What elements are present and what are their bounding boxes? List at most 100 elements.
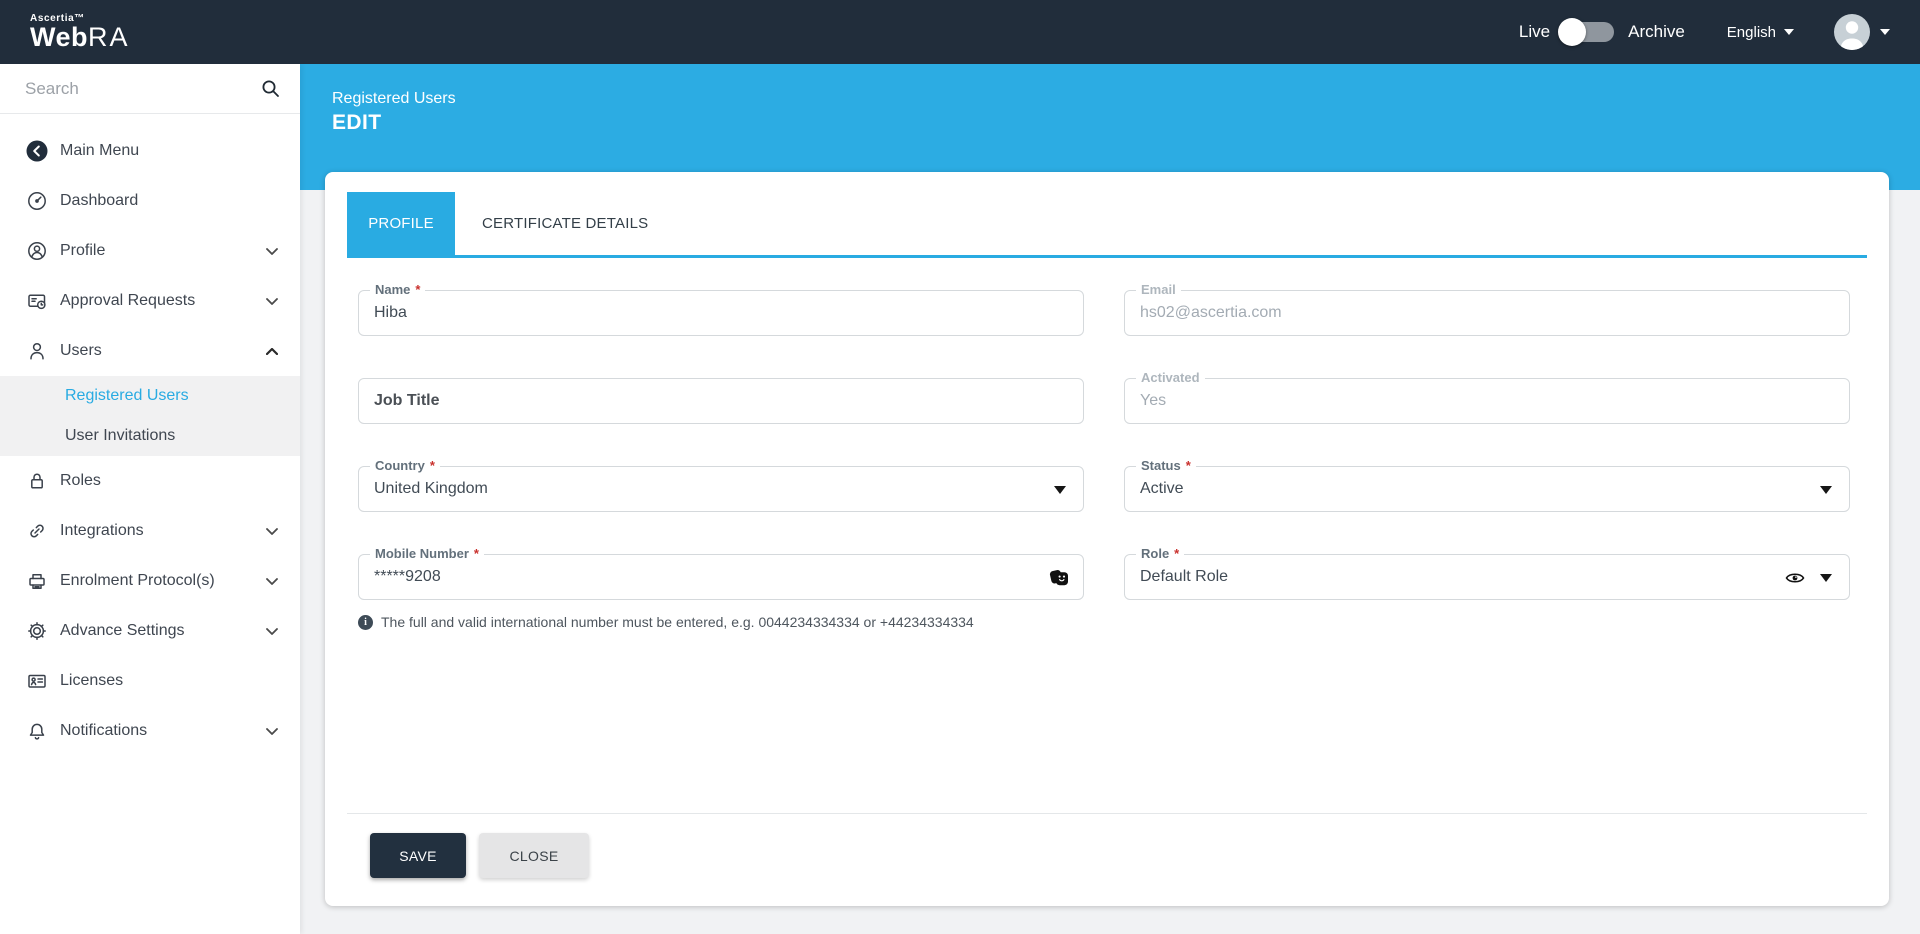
dropdown-caret-icon[interactable]	[1054, 486, 1066, 494]
tab-profile[interactable]: PROFILE	[347, 192, 455, 255]
name-label: Name	[370, 282, 425, 298]
submenu-item-label: User Invitations	[65, 427, 175, 445]
back-circle-icon	[26, 140, 48, 162]
status-value[interactable]: Active	[1125, 467, 1849, 511]
sidebar-item-advance-settings[interactable]: Advance Settings	[0, 606, 300, 656]
country-label: Country	[370, 458, 440, 474]
chevron-down-icon	[266, 578, 278, 585]
activated-field: Activated	[1124, 378, 1850, 424]
approval-card-icon	[26, 290, 48, 312]
sidebar-item-label: Profile	[60, 242, 254, 260]
sidebar-item-label: Main Menu	[60, 142, 278, 160]
sidebar-item-label: Notifications	[60, 722, 254, 740]
eye-icon[interactable]	[1785, 571, 1805, 590]
sidebar-item-dashboard[interactable]: Dashboard	[0, 176, 300, 226]
toggle-knob[interactable]	[1558, 18, 1586, 46]
sidebar-item-registered-users[interactable]: Registered Users	[0, 376, 300, 416]
status-label: Status	[1136, 458, 1196, 474]
users-submenu: Registered Users User Invitations	[0, 376, 300, 456]
profile-icon	[26, 240, 48, 262]
status-select[interactable]: Status Active	[1124, 466, 1850, 512]
dropdown-caret-icon[interactable]	[1820, 486, 1832, 494]
link-icon	[26, 520, 48, 542]
chevron-down-icon	[266, 248, 278, 255]
sidebar-item-profile[interactable]: Profile	[0, 226, 300, 276]
id-card-icon	[26, 670, 48, 692]
role-label: Role	[1136, 546, 1184, 562]
sidebar-item-users[interactable]: Users	[0, 326, 300, 376]
sidebar-menu: Main Menu Dashboard Profile Approval Req…	[0, 114, 300, 756]
sidebar-item-label: Licenses	[60, 672, 278, 690]
mobile-number-field[interactable]: Mobile Number	[358, 554, 1084, 600]
avatar[interactable]	[1834, 14, 1870, 50]
topbar-right: Live Archive English	[1519, 14, 1920, 50]
archive-label: Archive	[1628, 22, 1685, 42]
page-title: EDIT	[332, 111, 1920, 135]
country-select[interactable]: Country United Kingdom	[358, 466, 1084, 512]
sidebar-item-roles[interactable]: Roles	[0, 456, 300, 506]
sidebar: Main Menu Dashboard Profile Approval Req…	[0, 64, 300, 934]
sidebar-item-licenses[interactable]: Licenses	[0, 656, 300, 706]
live-archive-toggle[interactable]	[1560, 22, 1614, 42]
chevron-down-icon	[266, 298, 278, 305]
activated-label: Activated	[1136, 370, 1205, 386]
email-input	[1125, 291, 1849, 335]
breadcrumb: Registered Users	[332, 90, 1920, 108]
gear-icon	[26, 620, 48, 642]
chevron-down-icon	[266, 528, 278, 535]
bell-icon	[26, 720, 48, 742]
app-logo: Ascertia™ WebRA	[0, 13, 300, 51]
account-menu-caret-icon[interactable]	[1880, 29, 1890, 35]
form-actions: SAVE CLOSE	[370, 833, 1889, 878]
mobile-hint-text: The full and valid international number …	[381, 614, 974, 630]
edit-user-card: PROFILE CERTIFICATE DETAILS Name Email	[325, 172, 1889, 906]
sidebar-search	[0, 64, 300, 114]
search-icon[interactable]	[261, 79, 280, 98]
info-icon	[358, 615, 373, 630]
dropdown-caret-icon[interactable]	[1820, 574, 1832, 582]
role-select[interactable]: Role Default Role	[1124, 554, 1850, 600]
sidebar-item-main-menu[interactable]: Main Menu	[0, 126, 300, 176]
name-input[interactable]	[359, 291, 1083, 335]
chevron-up-icon	[266, 348, 278, 355]
sidebar-item-label: Integrations	[60, 522, 254, 540]
close-button[interactable]: CLOSE	[479, 833, 589, 878]
language-dropdown[interactable]: English	[1727, 24, 1794, 41]
mobile-number-label: Mobile Number	[370, 546, 484, 562]
role-value[interactable]: Default Role	[1125, 555, 1849, 599]
sidebar-item-integrations[interactable]: Integrations	[0, 506, 300, 556]
sidebar-item-user-invitations[interactable]: User Invitations	[0, 416, 300, 456]
lock-icon	[26, 470, 48, 492]
user-silhouette-icon	[1834, 14, 1870, 50]
live-label: Live	[1519, 22, 1550, 42]
footer-divider	[347, 813, 1867, 814]
email-label: Email	[1136, 282, 1181, 298]
chevron-down-icon	[266, 728, 278, 735]
sidebar-item-label: Approval Requests	[60, 292, 254, 310]
search-input[interactable]	[25, 79, 261, 99]
email-field: Email	[1124, 290, 1850, 336]
topbar: Ascertia™ WebRA Live Archive English	[0, 0, 1920, 64]
activated-input	[1125, 379, 1849, 423]
language-label: English	[1727, 24, 1776, 41]
sidebar-item-notifications[interactable]: Notifications	[0, 706, 300, 756]
main-content: Registered Users EDIT PROFILE CERTIFICAT…	[300, 64, 1920, 934]
chevron-down-icon	[1784, 29, 1794, 35]
sidebar-item-label: Users	[60, 342, 254, 360]
country-value[interactable]: United Kingdom	[359, 467, 1083, 511]
save-button[interactable]: SAVE	[370, 833, 466, 878]
job-title-input[interactable]	[359, 379, 1083, 423]
tab-certificate-details[interactable]: CERTIFICATE DETAILS	[455, 192, 675, 255]
tab-bar: PROFILE CERTIFICATE DETAILS	[347, 192, 1867, 258]
device-icon	[26, 570, 48, 592]
masks-icon[interactable]	[1049, 568, 1070, 592]
sidebar-item-label: Roles	[60, 472, 278, 490]
job-title-field[interactable]	[358, 378, 1084, 424]
sidebar-item-label: Dashboard	[60, 192, 278, 210]
sidebar-item-label: Advance Settings	[60, 622, 254, 640]
name-field[interactable]: Name	[358, 290, 1084, 336]
sidebar-item-label: Enrolment Protocol(s)	[60, 572, 254, 590]
sidebar-item-enrolment-protocols[interactable]: Enrolment Protocol(s)	[0, 556, 300, 606]
sidebar-item-approval-requests[interactable]: Approval Requests	[0, 276, 300, 326]
mobile-hint: The full and valid international number …	[358, 614, 1084, 630]
